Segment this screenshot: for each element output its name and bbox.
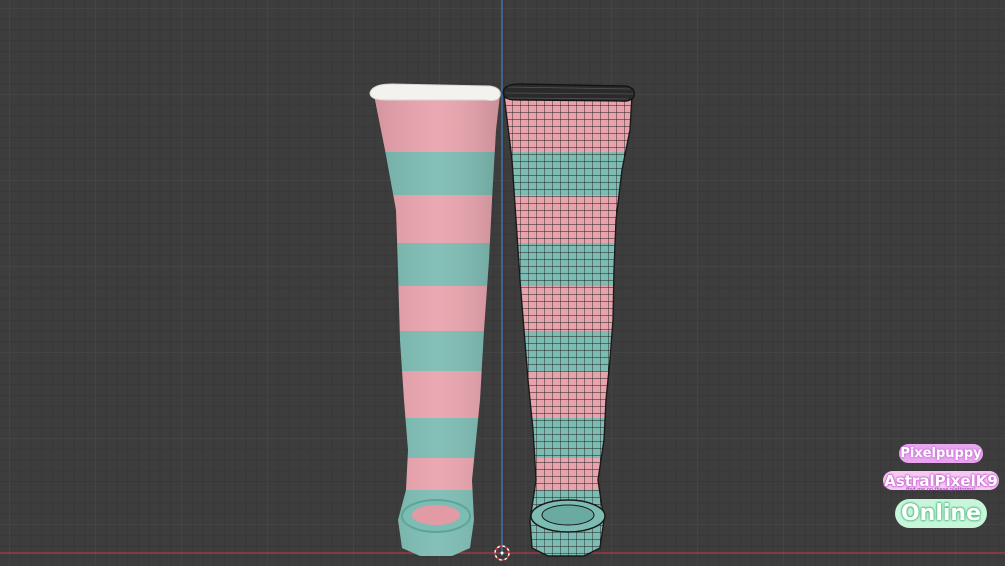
3d-viewport[interactable]: Pixelpuppy AstralPixelK9 find me on thes… [0, 0, 1005, 566]
watermark-line-3: Online [895, 499, 987, 528]
left-cuff [369, 83, 501, 101]
watermark-logo: Pixelpuppy AstralPixelK9 find me on thes… [881, 444, 1001, 556]
viewport-scene[interactable] [0, 0, 1005, 566]
left-stocking[interactable] [369, 83, 505, 560]
watermark-line-1: Pixelpuppy [899, 444, 983, 463]
right-stocking[interactable] [500, 83, 640, 560]
